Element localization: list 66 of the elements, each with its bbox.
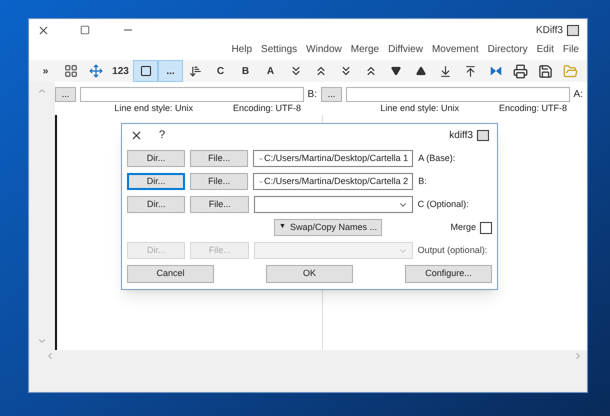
menu-item[interactable]: Window xyxy=(306,42,342,56)
close-icon[interactable] xyxy=(130,128,143,142)
dialog-title: kdiff3 xyxy=(449,128,473,142)
file-button[interactable]: File... xyxy=(190,173,248,190)
encoding-text: Encoding: UTF-8 xyxy=(232,102,301,115)
line-end-text: Line end style: Unix xyxy=(380,102,459,115)
dir-button[interactable]: Dir... xyxy=(127,173,186,190)
square-icon xyxy=(140,65,152,77)
triangle-up-icon xyxy=(416,66,426,76)
row-label: C (Optional): xyxy=(418,198,470,211)
row-label: B: xyxy=(418,174,428,188)
toolbar-button[interactable]: 123 xyxy=(108,60,133,82)
file-button[interactable]: File... xyxy=(190,196,249,213)
row-label: A (Base): xyxy=(418,152,456,165)
menu-item[interactable]: Diffview xyxy=(388,42,423,56)
toolbar-button[interactable]: A xyxy=(258,60,283,82)
arrow-to-top-icon xyxy=(464,64,477,78)
menu-item[interactable]: Movement xyxy=(432,42,479,56)
toolbar-button[interactable]: C xyxy=(208,60,233,82)
line-end-text: Line end style: Unix xyxy=(114,102,193,115)
maximize-icon[interactable] xyxy=(80,25,90,35)
app-icon xyxy=(567,24,579,36)
path-text: C:/Users/Martina/Desktop/Cartella 1 xyxy=(264,152,408,165)
file-button[interactable]: File... xyxy=(190,150,248,167)
path-combobox[interactable]: C:/Users/Martina/Desktop/Cartella 2 xyxy=(253,173,414,190)
help-text[interactable]: ? xyxy=(159,126,166,144)
toolbar-button[interactable] xyxy=(133,60,158,82)
bowtie-icon xyxy=(488,64,502,78)
path-text: C:/Users/Martina/Desktop/Cartella 2 xyxy=(264,174,408,188)
printer-icon xyxy=(513,64,528,78)
menu-item[interactable]: Help xyxy=(231,42,252,56)
menu-item[interactable]: Directory xyxy=(488,42,528,56)
toolbar-button[interactable]: » xyxy=(33,60,58,82)
dialog-button[interactable]: OK xyxy=(266,265,353,283)
menu-item[interactable]: File xyxy=(562,42,579,56)
app-icon xyxy=(477,130,489,140)
merge-checkbox[interactable] xyxy=(480,222,492,234)
dialog-button[interactable]: Cancel xyxy=(127,265,214,283)
path-combobox[interactable] xyxy=(254,196,413,213)
arrow-to-bottom-icon xyxy=(439,64,452,78)
save-icon xyxy=(538,64,553,78)
browse-button[interactable]: ... xyxy=(321,86,342,102)
diamond-arrows-icon xyxy=(88,64,102,78)
pane-label: A: xyxy=(574,88,583,102)
menu-item[interactable]: Merge xyxy=(350,42,380,56)
row-label: Output (optional): xyxy=(418,244,488,257)
menu-item[interactable]: Settings xyxy=(261,42,298,56)
file-path-field[interactable] xyxy=(80,86,304,102)
merge-label: Merge xyxy=(450,220,476,234)
folder-icon xyxy=(563,64,578,78)
dir-button[interactable]: Dir... xyxy=(127,150,186,167)
toolbar-button[interactable]: ... xyxy=(158,60,183,82)
path-combobox[interactable]: C:/Users/Martina/Desktop/Cartella 1 xyxy=(253,150,414,167)
menu-item[interactable]: Edit xyxy=(536,42,554,56)
browse-button[interactable]: ... xyxy=(55,86,76,102)
window-title: KDiff3 xyxy=(536,24,563,38)
close-icon[interactable] xyxy=(37,24,50,36)
file-path-field[interactable] xyxy=(346,86,570,102)
toolbar-button[interactable]: B xyxy=(233,60,258,82)
pane-label: B: xyxy=(308,88,317,102)
triangle-down-icon xyxy=(390,66,400,76)
encoding-text: Encoding: UTF-8 xyxy=(498,102,567,115)
grid-icon xyxy=(64,64,78,78)
auto-down-icon xyxy=(189,64,202,78)
dir-button[interactable]: Dir... xyxy=(126,196,186,213)
dialog-button[interactable]: Configure... xyxy=(405,265,492,283)
